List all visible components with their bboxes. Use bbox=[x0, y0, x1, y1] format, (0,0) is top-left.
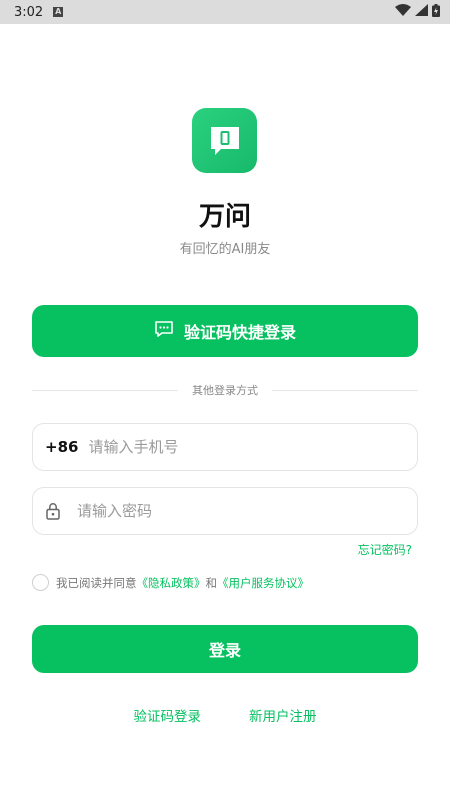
app-name: 万问 bbox=[198, 202, 251, 232]
sms-login-link[interactable]: 验证码登录 bbox=[134, 705, 202, 725]
sms-quick-login-label: 验证码快捷登录 bbox=[183, 323, 296, 342]
app-logo-icon bbox=[192, 108, 257, 173]
agreement-checkbox[interactable] bbox=[32, 574, 49, 591]
agreement-and: 和 bbox=[205, 575, 218, 590]
notification-icon: A bbox=[53, 7, 64, 17]
status-bar: 3:02 A bbox=[0, 0, 450, 24]
signal-icon bbox=[415, 4, 428, 20]
status-time: 3:02 bbox=[14, 4, 44, 20]
phone-input[interactable] bbox=[88, 438, 405, 456]
divider-text: 其他登录方式 bbox=[192, 384, 258, 397]
divider-line-left bbox=[32, 389, 178, 391]
login-button[interactable]: 登录 bbox=[32, 625, 418, 673]
phone-field[interactable]: +86 bbox=[32, 423, 418, 471]
battery-icon bbox=[432, 3, 440, 21]
message-icon bbox=[154, 320, 174, 342]
agreement-row: 我已阅读并同意 《隐私政策》 和 《用户服务协议》 bbox=[32, 574, 309, 591]
status-icons bbox=[395, 3, 440, 21]
wifi-icon bbox=[395, 4, 411, 20]
sms-quick-login-button[interactable]: 验证码快捷登录 bbox=[32, 305, 418, 357]
login-label: 登录 bbox=[208, 641, 241, 660]
country-code[interactable]: +86 bbox=[45, 438, 78, 456]
app-slogan: 有回忆的AI朋友 bbox=[179, 242, 271, 257]
password-input[interactable] bbox=[77, 502, 405, 520]
register-link[interactable]: 新用户注册 bbox=[249, 705, 317, 725]
terms-of-service-link[interactable]: 《用户服务协议》 bbox=[217, 575, 309, 591]
agreement-text: 我已阅读并同意 bbox=[56, 575, 137, 590]
forgot-password-link[interactable]: 忘记密码? bbox=[358, 541, 412, 558]
divider-line-right bbox=[272, 389, 418, 391]
password-field[interactable] bbox=[32, 487, 418, 535]
bottom-links: 验证码登录 新用户注册 bbox=[0, 705, 450, 725]
other-login-divider: 其他登录方式 bbox=[32, 382, 418, 398]
privacy-policy-link[interactable]: 《隐私政策》 bbox=[137, 575, 206, 591]
lock-icon bbox=[45, 502, 61, 520]
